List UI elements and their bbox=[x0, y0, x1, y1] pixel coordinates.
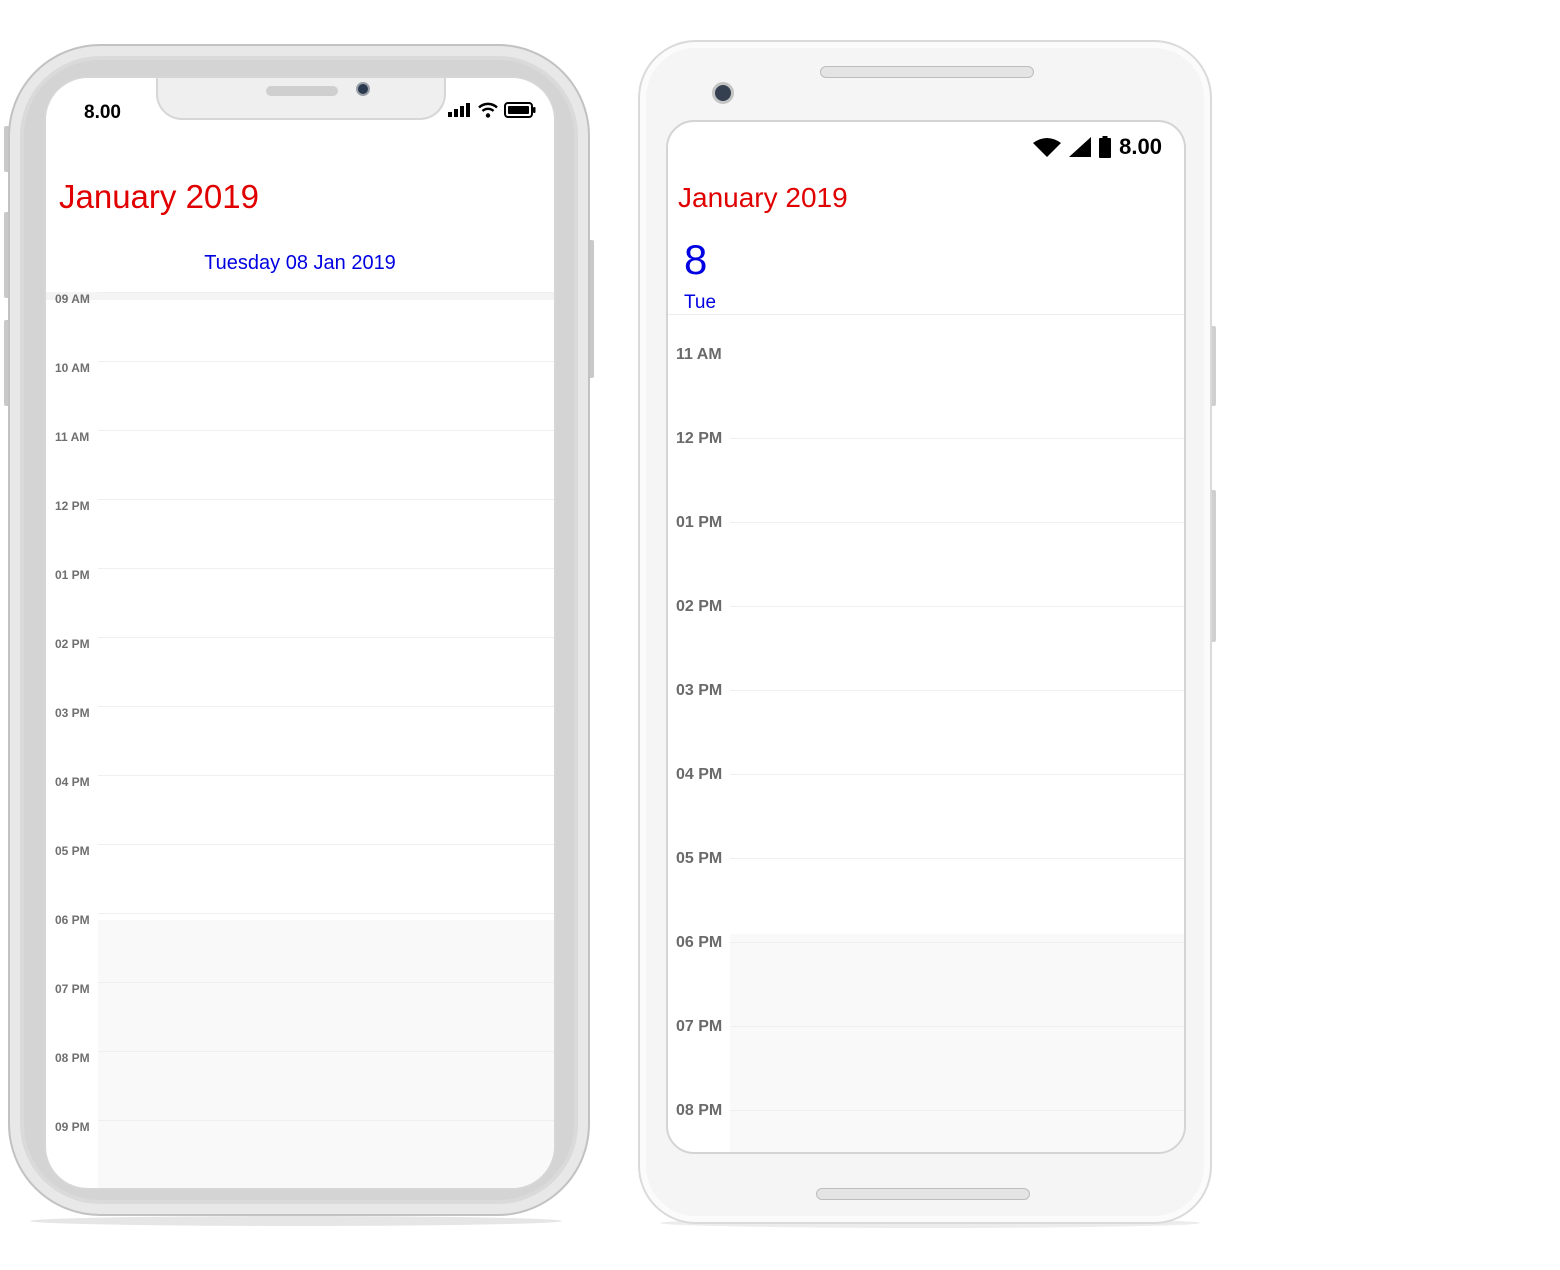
time-slot[interactable]: 05 PM bbox=[668, 850, 1184, 942]
day-name[interactable]: Tue bbox=[684, 292, 716, 314]
time-label: 12 PM bbox=[55, 499, 90, 513]
battery-icon bbox=[504, 102, 536, 118]
time-slot[interactable]: 07 PM bbox=[668, 1018, 1184, 1110]
status-time: 8.00 bbox=[1119, 134, 1162, 159]
time-slot[interactable]: 08 PM bbox=[668, 1102, 1184, 1152]
time-slot[interactable]: 06 PM bbox=[46, 913, 554, 982]
time-slot[interactable]: 02 PM bbox=[668, 598, 1184, 690]
iphone-notch bbox=[156, 78, 446, 120]
battery-icon bbox=[1099, 136, 1112, 158]
time-slot[interactable]: 06 PM bbox=[668, 934, 1184, 1026]
time-slot[interactable]: 12 PM bbox=[668, 430, 1184, 522]
iphone-camera bbox=[356, 82, 370, 96]
wifi-icon bbox=[1033, 138, 1062, 157]
time-slot[interactable]: 12 PM bbox=[46, 499, 554, 568]
time-label: 02 PM bbox=[676, 598, 723, 615]
time-label: 03 PM bbox=[676, 682, 723, 699]
iphone-screen: 8.00 January 2019 Tuesday 08 Jan 2019 09… bbox=[44, 76, 556, 1190]
time-label: 07 PM bbox=[55, 982, 90, 996]
time-label: 06 PM bbox=[676, 934, 723, 951]
time-slot[interactable]: 04 PM bbox=[46, 775, 554, 844]
time-label: 04 PM bbox=[676, 766, 723, 783]
time-slot[interactable]: 09 AM bbox=[46, 292, 554, 361]
time-slot[interactable]: 01 PM bbox=[46, 568, 554, 637]
time-label: 09 PM bbox=[55, 1120, 90, 1134]
time-label: 08 PM bbox=[55, 1051, 90, 1065]
time-slot[interactable]: 05 PM bbox=[46, 844, 554, 913]
time-label: 06 PM bbox=[55, 913, 90, 927]
month-title[interactable]: January 2019 bbox=[678, 182, 848, 214]
time-label: 08 PM bbox=[676, 1102, 723, 1119]
cellular-icon bbox=[1069, 137, 1092, 157]
android-top-speaker bbox=[820, 66, 1034, 78]
day-view-timeline[interactable]: 09 AM 10 AM 11 AM 12 PM 01 PM 02 PM 03 P… bbox=[46, 292, 554, 1188]
time-label: 10 AM bbox=[55, 361, 90, 375]
android-bottom-speaker bbox=[816, 1188, 1030, 1200]
time-label: 05 PM bbox=[676, 850, 723, 867]
iphone-speaker bbox=[266, 86, 338, 96]
android-camera bbox=[712, 82, 734, 104]
time-label: 01 PM bbox=[55, 568, 90, 582]
time-slot[interactable]: 09 PM bbox=[46, 1120, 554, 1188]
time-slot[interactable]: 02 PM bbox=[46, 637, 554, 706]
wifi-icon bbox=[478, 102, 498, 118]
time-label: 04 PM bbox=[55, 775, 90, 789]
time-label: 07 PM bbox=[676, 1018, 723, 1035]
status-icons bbox=[448, 102, 536, 118]
status-time: 8.00 bbox=[84, 102, 121, 123]
signal-icon bbox=[448, 103, 470, 117]
time-slot[interactable]: 10 AM bbox=[46, 361, 554, 430]
time-label: 09 AM bbox=[55, 292, 90, 306]
time-slot[interactable]: 07 PM bbox=[46, 982, 554, 1051]
month-title[interactable]: January 2019 bbox=[59, 178, 259, 216]
time-label: 11 AM bbox=[55, 430, 90, 444]
time-label: 02 PM bbox=[55, 637, 90, 651]
time-label: 03 PM bbox=[55, 706, 90, 720]
android-screen: 8.00 January 2019 8 Tue 11 AM 12 PM 01 P… bbox=[666, 120, 1186, 1154]
day-view-header[interactable]: Tuesday 08 Jan 2019 bbox=[46, 252, 554, 275]
day-view-timeline[interactable]: 11 AM 12 PM 01 PM 02 PM 03 PM 04 PM 05 P… bbox=[668, 316, 1184, 1152]
time-label: 01 PM bbox=[676, 514, 723, 531]
time-label: 11 AM bbox=[676, 346, 722, 363]
time-slot[interactable]: 04 PM bbox=[668, 766, 1184, 858]
iphone-shadow bbox=[30, 1216, 562, 1226]
header-divider bbox=[668, 314, 1184, 315]
time-slot[interactable]: 08 PM bbox=[46, 1051, 554, 1120]
time-slot[interactable]: 11 AM bbox=[668, 346, 1184, 438]
time-slot[interactable]: 03 PM bbox=[46, 706, 554, 775]
time-slot[interactable]: 11 AM bbox=[46, 430, 554, 499]
day-number[interactable]: 8 bbox=[684, 236, 707, 284]
time-slot[interactable]: 03 PM bbox=[668, 682, 1184, 774]
android-status-bar: 8.00 bbox=[1033, 134, 1162, 160]
time-label: 05 PM bbox=[55, 844, 90, 858]
time-label: 12 PM bbox=[676, 430, 723, 447]
time-slot[interactable]: 01 PM bbox=[668, 514, 1184, 606]
